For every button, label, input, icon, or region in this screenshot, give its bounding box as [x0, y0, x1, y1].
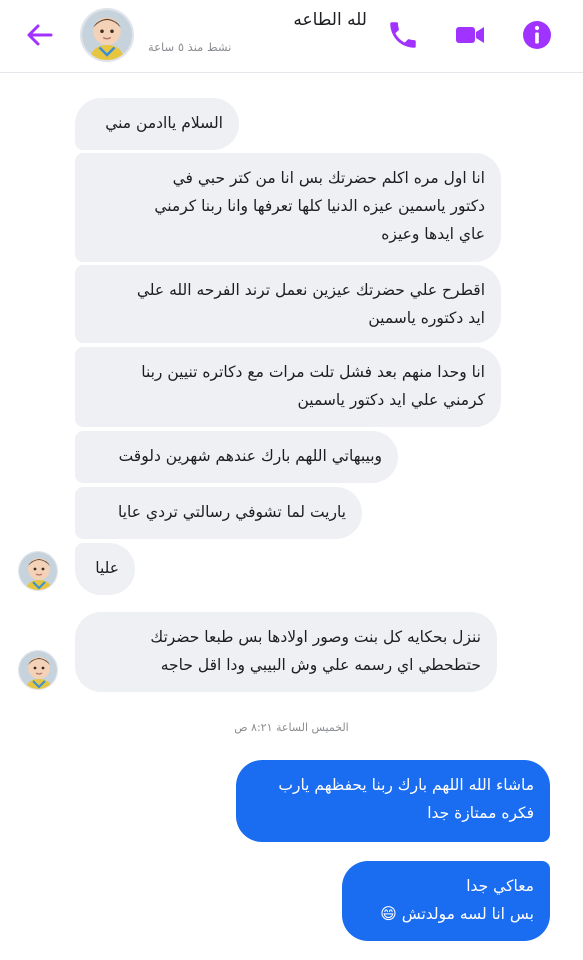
- message-text: بس انا لسه مولدتش: [401, 905, 534, 923]
- message-bubble-incoming[interactable]: اقطرح علي حضرتك عيزين نعمل ترند الفرحه ا…: [75, 265, 501, 343]
- message-text: ياريت لما تشوفي رسالتي تردي عايا: [118, 503, 346, 521]
- message-bubble-outgoing[interactable]: ماشاء الله اللهم بارك ربنا يحفظهم يارب ف…: [236, 760, 550, 842]
- message-text: ايد دكتوره ياسمين: [368, 309, 485, 327]
- contact-avatar[interactable]: [80, 8, 134, 62]
- message-text: انا اول مره اكلم حضرتك بس انا من كتر حبي…: [172, 169, 485, 187]
- message-text: ننزل بحكايه كل بنت وصور اولادها بس طبعا …: [150, 628, 481, 646]
- message-text: فكره ممتازة جدا: [427, 804, 534, 822]
- message-bubble-outgoing[interactable]: معاكي جدا بس انا لسه مولدتش 😄: [342, 861, 550, 941]
- chat-timestamp: الخميس الساعة ٨:٢١ ص: [234, 721, 349, 734]
- grinning-emoji-icon: 😄: [380, 904, 397, 923]
- message-text: ماشاء الله اللهم بارك ربنا يحفظهم يارب: [278, 776, 534, 794]
- contact-name[interactable]: لله الطاعه: [293, 10, 367, 30]
- message-bubble-incoming[interactable]: وبيبهاتي اللهم بارك عندهم شهرين دلوقت: [75, 431, 398, 483]
- active-status: نشط منذ ٥ ساعة: [148, 40, 232, 54]
- message-text: انا وحدا منهم بعد فشل تلت مرات مع دكاتره…: [141, 363, 485, 381]
- phone-icon[interactable]: [386, 18, 420, 52]
- message-text: عاي ايدها وعيزه: [381, 225, 485, 243]
- back-arrow-icon[interactable]: [22, 18, 56, 52]
- message-bubble-incoming[interactable]: انا اول مره اكلم حضرتك بس انا من كتر حبي…: [75, 153, 501, 262]
- info-icon[interactable]: [520, 18, 554, 52]
- message-text: كرمني علي ايد دكتور ياسمين: [297, 391, 485, 409]
- sender-avatar[interactable]: [18, 551, 58, 591]
- message-text: اقطرح علي حضرتك عيزين نعمل ترند الفرحه ا…: [136, 281, 485, 299]
- message-bubble-incoming[interactable]: انا وحدا منهم بعد فشل تلت مرات مع دكاتره…: [75, 347, 501, 427]
- message-text: السلام ياادمن مني: [105, 114, 223, 132]
- video-camera-icon[interactable]: [453, 18, 487, 52]
- message-bubble-incoming[interactable]: ياريت لما تشوفي رسالتي تردي عايا: [75, 487, 362, 539]
- message-text: معاكي جدا: [466, 877, 534, 895]
- message-line: بس انا لسه مولدتش 😄: [358, 900, 534, 928]
- sender-avatar[interactable]: [18, 650, 58, 690]
- message-text: وبيبهاتي اللهم بارك عندهم شهرين دلوقت: [118, 447, 382, 465]
- message-text: عليا: [95, 559, 119, 577]
- message-text: دكتور ياسمين عيزه الدنيا كلها تعرفها وان…: [154, 197, 485, 215]
- message-bubble-incoming[interactable]: السلام ياادمن مني: [75, 98, 239, 150]
- chat-header: لله الطاعه نشط منذ ٥ ساعة: [0, 0, 583, 73]
- message-bubble-incoming[interactable]: عليا: [75, 543, 135, 595]
- message-text: حتطحطي اي رسمه علي وش البيبي ودا اقل حاج…: [160, 656, 481, 674]
- message-bubble-incoming[interactable]: ننزل بحكايه كل بنت وصور اولادها بس طبعا …: [75, 612, 497, 692]
